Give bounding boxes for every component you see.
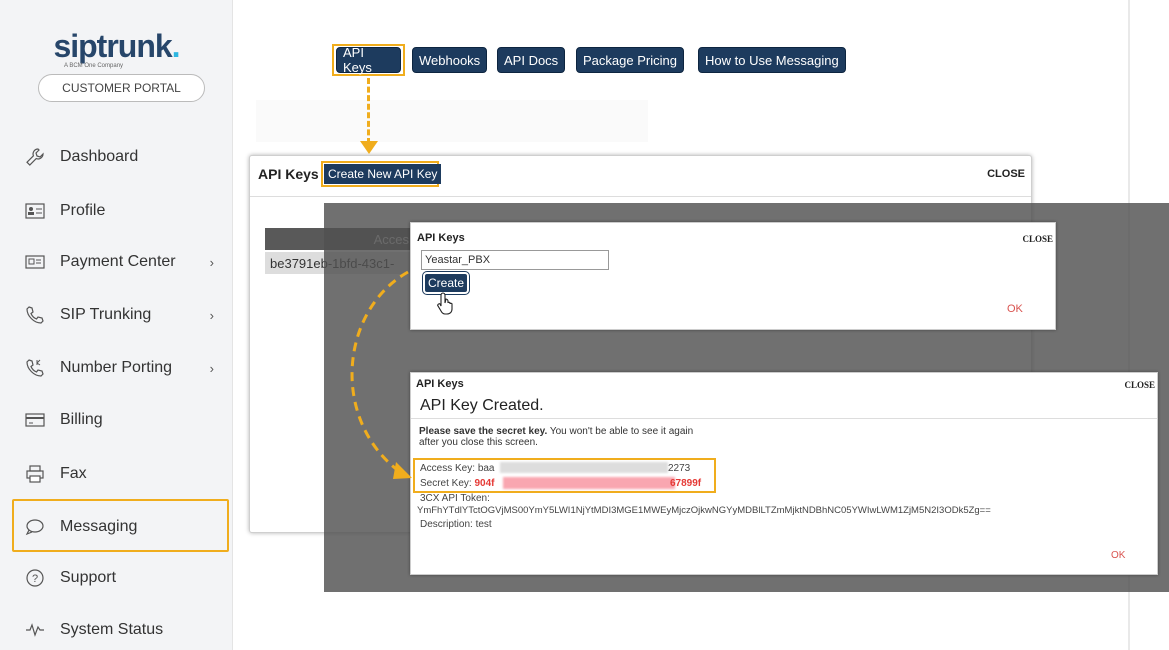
messaging-highlight xyxy=(12,499,229,552)
access-key-end: 2273 xyxy=(668,463,691,474)
modal-title: API Keys xyxy=(258,166,319,182)
divider xyxy=(250,196,1031,197)
create-new-api-key-button[interactable]: Create New API Key xyxy=(324,164,442,184)
chevron-right-icon: › xyxy=(209,360,214,376)
modal-title: API Keys xyxy=(416,378,464,390)
help-icon: ? xyxy=(24,568,46,588)
sidebar-item-label: Profile xyxy=(60,202,106,219)
arrow-head-icon xyxy=(360,141,378,154)
customer-portal-button[interactable]: CUSTOMER PORTAL xyxy=(38,74,205,102)
access-key-redaction xyxy=(500,462,668,473)
sidebar-item-sip-trunking[interactable]: SIP Trunking › xyxy=(24,299,214,331)
card-icon xyxy=(24,410,46,430)
arrow-connector xyxy=(367,78,370,144)
content-placeholder xyxy=(256,100,648,142)
warning-line2: after you close this screen. xyxy=(419,437,538,448)
secret-key-redaction xyxy=(503,477,675,489)
warning-rest: You won't be able to see it again xyxy=(547,426,694,437)
sidebar-item-label: Payment Center xyxy=(60,253,176,270)
token-label: 3CX API Token: xyxy=(420,493,490,504)
curved-arrow-connector xyxy=(350,270,412,479)
sidebar-item-billing[interactable]: Billing xyxy=(24,404,214,436)
secret-key-line: Secret Key: 904f xyxy=(420,478,494,489)
sidebar-item-support[interactable]: ? Support xyxy=(24,562,214,594)
sidebar-item-profile[interactable]: Profile xyxy=(24,195,214,227)
pulse-icon xyxy=(24,620,46,640)
logo[interactable]: siptrunk. A BCM One Company xyxy=(0,30,233,69)
create-api-key-modal: API Keys CLOSE Create OK xyxy=(410,222,1056,330)
sidebar-item-system-status[interactable]: System Status xyxy=(24,614,214,646)
logo-text: siptrunk xyxy=(53,28,172,64)
printer-icon xyxy=(24,464,46,484)
description-text: Description: test xyxy=(420,519,492,530)
tab-api-keys[interactable]: API Keys xyxy=(336,45,401,75)
tab-package-pricing[interactable]: Package Pricing xyxy=(576,47,684,73)
access-key-label: Access Key: xyxy=(420,463,478,474)
phone-forward-icon xyxy=(24,358,46,378)
close-button[interactable]: CLOSE xyxy=(1124,380,1155,390)
id-card-icon xyxy=(24,201,46,221)
svg-text:?: ? xyxy=(32,573,38,585)
secret-key-end: 67899f xyxy=(670,478,702,489)
sidebar-item-label: Support xyxy=(60,569,117,586)
description-input[interactable] xyxy=(421,250,609,270)
api-key-created-modal: API Keys CLOSE API Key Created. Please s… xyxy=(410,372,1158,575)
close-button[interactable]: CLOSE xyxy=(1022,234,1053,244)
sidebar-item-dashboard[interactable]: Dashboard xyxy=(24,141,214,173)
tab-how-to-use-messaging[interactable]: How to Use Messaging xyxy=(698,47,846,73)
secret-key-label: Secret Key: xyxy=(420,478,475,489)
divider xyxy=(411,418,1157,419)
ok-button[interactable]: OK xyxy=(1111,550,1125,561)
sidebar-item-label: Number Porting xyxy=(60,359,173,376)
warning-text: Please save the secret key. You won't be… xyxy=(419,426,693,448)
tab-api-docs[interactable]: API Docs xyxy=(497,47,566,73)
ok-button[interactable]: OK xyxy=(1007,303,1023,315)
chevron-right-icon: › xyxy=(209,307,214,323)
chevron-right-icon: › xyxy=(209,254,214,270)
tab-webhooks[interactable]: Webhooks xyxy=(412,47,488,73)
access-key-start: baa xyxy=(477,463,495,474)
phone-icon xyxy=(24,305,46,325)
sidebar-item-payment-center[interactable]: Payment Center › xyxy=(24,246,214,278)
payment-icon xyxy=(24,252,46,272)
logo-dot: . xyxy=(171,28,181,64)
wrench-icon xyxy=(24,147,46,167)
sidebar-item-label: Fax xyxy=(60,465,87,482)
secret-key-start: 904f xyxy=(474,478,495,489)
sidebar-item-label: SIP Trunking xyxy=(60,306,152,323)
warning-bold: Please save the secret key. xyxy=(419,426,548,437)
close-button[interactable]: CLOSE xyxy=(987,168,1025,180)
access-key-line: Access Key: baa xyxy=(420,463,495,474)
success-heading: API Key Created. xyxy=(420,397,544,414)
modal-title: API Keys xyxy=(417,232,465,244)
sidebar-item-label: System Status xyxy=(60,621,164,638)
sidebar-item-number-porting[interactable]: Number Porting › xyxy=(24,352,214,384)
sidebar-item-label: Dashboard xyxy=(60,148,139,165)
sidebar-item-fax[interactable]: Fax xyxy=(24,458,214,490)
sidebar-item-label: Billing xyxy=(60,411,103,428)
token-value: YmFhYTdlYTctOGVjMS00YmY5LWI1NjYtMDI3MGE1… xyxy=(417,505,991,516)
hand-cursor-icon xyxy=(437,292,453,315)
